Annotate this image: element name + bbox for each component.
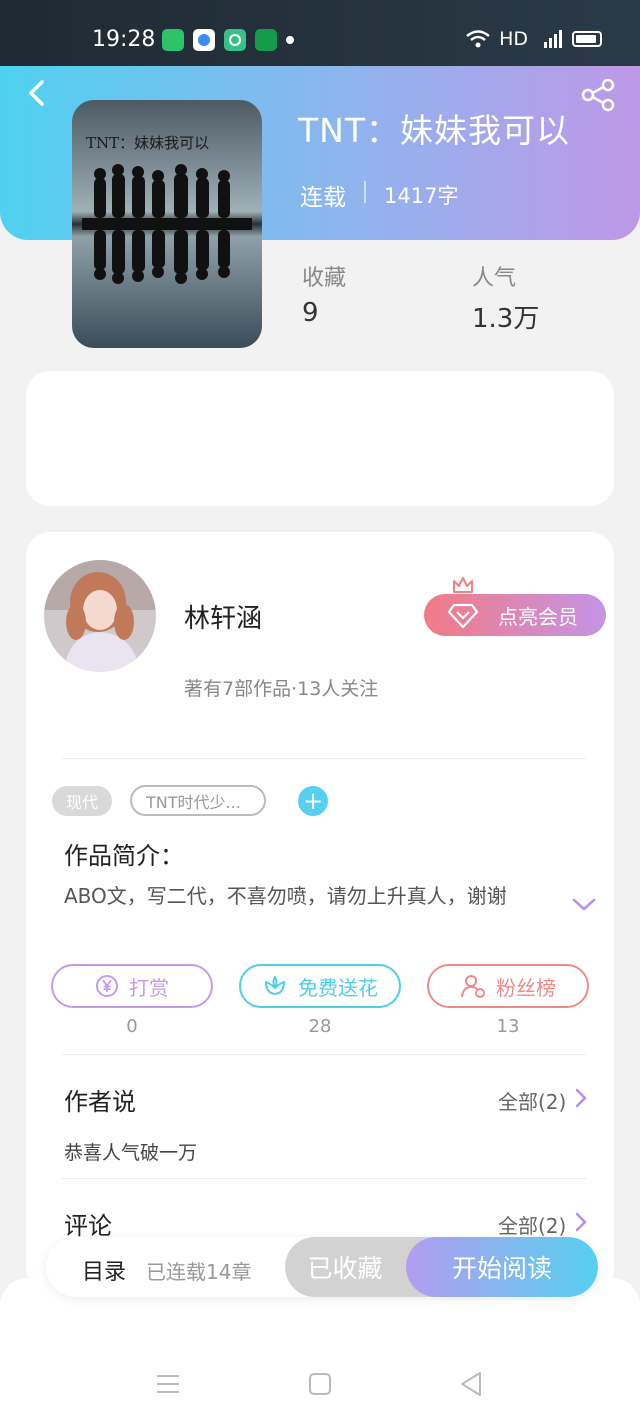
book-title: TNT：妹妹我可以: [298, 111, 571, 150]
author-note: 恭喜人气破一万: [64, 1142, 198, 1164]
intro-text: ABO文，写二代，不喜勿喷，请勿上升真人，谢谢: [64, 884, 507, 908]
tip-count: 0: [126, 1016, 138, 1037]
send-flower-button[interactable]: 免费送花: [239, 964, 401, 1008]
fan-count: 13: [496, 1016, 520, 1037]
intro-heading: 作品简介：: [64, 842, 184, 870]
more-notifications-dot: [286, 36, 294, 44]
comments-heading: 评论: [64, 1212, 112, 1240]
app-notification-icon: [162, 29, 184, 51]
fan-ranking-button[interactable]: 粉丝榜: [427, 964, 589, 1008]
home-square-icon[interactable]: [306, 1370, 334, 1398]
vip-button-label: 点亮会员: [498, 604, 578, 629]
chapter-count[interactable]: 已连载14章: [146, 1256, 251, 1285]
favorites-value: 9: [302, 298, 319, 328]
start-reading-label: 开始阅读: [451, 1254, 552, 1283]
yen-coin-icon: [96, 975, 118, 997]
divider: [62, 758, 586, 759]
popularity-value: 1.3万: [472, 304, 540, 334]
back-triangle-icon[interactable]: [458, 1370, 486, 1398]
oppo-notification-icon: [255, 29, 277, 51]
status-right: HD: [465, 28, 602, 50]
chevron-right-icon[interactable]: [574, 1088, 588, 1108]
tip-label: 打赏: [129, 975, 169, 1000]
author-says-all-link[interactable]: 全部(2): [498, 1086, 566, 1115]
fan-ranking-label: 粉丝榜: [496, 975, 556, 1000]
app-notification-icon: [224, 29, 246, 51]
bottom-panel: [0, 1278, 640, 1422]
cover-title: TNT：妹妹我可以: [86, 134, 210, 152]
tip-button[interactable]: 打赏: [51, 964, 213, 1008]
popularity-label: 人气: [472, 266, 517, 291]
favorites-label: 收藏: [302, 266, 347, 291]
app-notification-icon: [193, 29, 215, 51]
diamond-icon: [448, 603, 478, 629]
start-reading-button[interactable]: 开始阅读: [406, 1237, 598, 1297]
chevron-right-icon[interactable]: [574, 1212, 588, 1232]
status-time: 19:28: [92, 27, 156, 52]
flower-count: 28: [308, 1016, 332, 1037]
table-of-contents-button[interactable]: 目录: [82, 1254, 126, 1286]
author-stats: 著有7部作品·13人关注: [184, 678, 379, 700]
network-label: HD: [499, 28, 528, 50]
crown-icon: [453, 577, 473, 593]
signal-icon: [544, 30, 562, 48]
divider: [62, 1178, 586, 1179]
bottom-action-bar: 目录 已连载14章 已收藏 开始阅读: [46, 1237, 598, 1297]
fan-ranking-icon: [461, 975, 485, 998]
favorited-label: 已收藏: [307, 1254, 383, 1283]
share-icon[interactable]: [580, 78, 616, 112]
add-tag-button[interactable]: +: [298, 786, 328, 816]
expand-chevron-down-icon[interactable]: [572, 898, 596, 912]
word-count: 1417字: [384, 184, 459, 208]
flower-icon: [265, 976, 285, 995]
battery-icon: [572, 31, 602, 47]
genre-tag[interactable]: 现代: [52, 786, 112, 816]
comments-all-link[interactable]: 全部(2): [498, 1210, 566, 1239]
divider: [62, 1054, 586, 1055]
author-says-heading: 作者说: [64, 1088, 136, 1116]
header-divider: [364, 181, 366, 203]
send-flower-label: 免费送花: [298, 975, 378, 1000]
author-avatar[interactable]: [44, 560, 156, 672]
serial-status: 连载: [300, 185, 346, 211]
author-name[interactable]: 林轩涵: [184, 598, 262, 635]
wifi-icon: [466, 30, 490, 48]
book-cover[interactable]: TNT：妹妹我可以: [72, 100, 262, 348]
custom-tag[interactable]: TNT时代少...: [130, 785, 266, 816]
menu-icon[interactable]: [154, 1370, 182, 1398]
back-arrow-icon[interactable]: [22, 78, 52, 108]
empty-card: [26, 371, 614, 506]
